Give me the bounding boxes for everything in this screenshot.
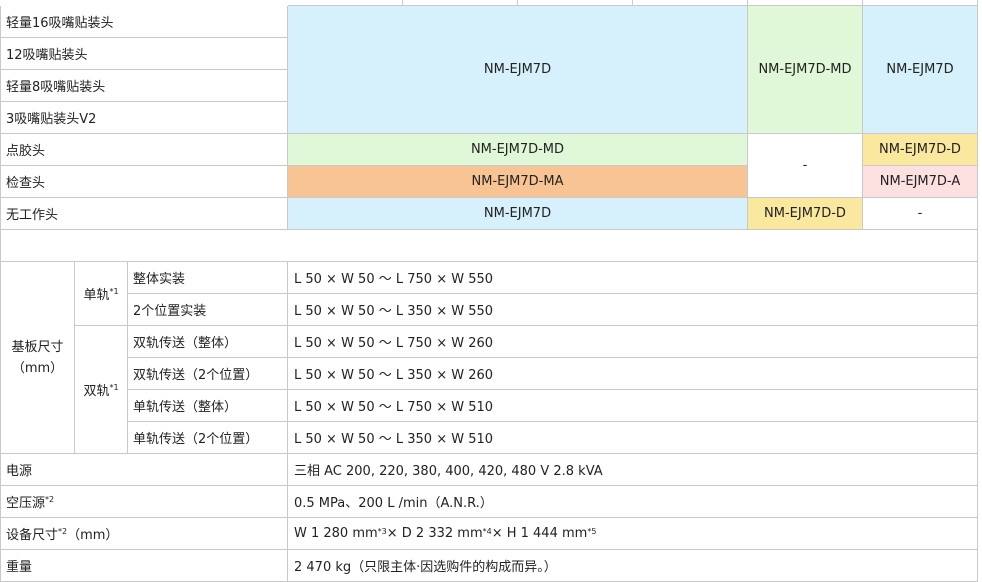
power-value: 三相 AC 200, 220, 380, 400, 420, 480 V 2.8… <box>288 454 978 486</box>
dimensions-label: 设备尺寸 *2 （mm） <box>0 518 288 550</box>
dim-height: × H 1 444 mm <box>491 526 588 541</box>
inspection-head-label: 检查头 <box>0 166 288 198</box>
air-supply-label: 空压源 *2 <box>0 486 288 518</box>
model-cell-main: NM-EJM7D <box>288 6 748 134</box>
dimensions-unit: （mm） <box>67 528 119 543</box>
power-label: 电源 <box>0 454 288 486</box>
board-row-name: 单轨传送（整体） <box>128 390 288 422</box>
board-row-value: L 50 × W 50 ～ L 750 × W 510 <box>288 390 978 422</box>
board-row-name: 2个位置实装 <box>128 294 288 326</box>
air-supply-text: 空压源 <box>6 496 46 511</box>
dual-lane-label: 双轨 *1 <box>75 326 128 454</box>
head-label-12-nozzle: 12吸嘴贴装头 <box>0 38 288 70</box>
dispense-head-label: 点胶头 <box>0 134 288 166</box>
no-head-model-right: - <box>863 198 978 230</box>
board-row-name: 单轨传送（2个位置） <box>128 422 288 454</box>
dim-width-note: *3 <box>377 526 387 536</box>
head-label-8-nozzle: 轻量8吸嘴贴装头 <box>0 70 288 102</box>
dispense-model-right: NM-EJM7D-D <box>863 134 978 166</box>
dim-width: W 1 280 mm <box>294 526 378 541</box>
dim-depth: × D 2 332 mm <box>386 526 483 541</box>
board-row-value: L 50 × W 50 ～ L 750 × W 260 <box>288 326 978 358</box>
no-head-model-main: NM-EJM7D <box>288 198 748 230</box>
dimensions-text: 设备尺寸 <box>6 528 59 543</box>
board-row-name: 整体实装 <box>128 262 288 294</box>
board-row-value: L 50 × W 50 ～ L 750 × W 550 <box>288 262 978 294</box>
board-size-label: 基板尺寸 （mm） <box>0 262 75 454</box>
board-row-value: L 50 × W 50 ～ L 350 × W 510 <box>288 422 978 454</box>
air-supply-value: 0.5 MPa、200 L /min（A.N.R.） <box>288 486 978 518</box>
board-size-unit: （mm） <box>11 360 64 376</box>
inspection-model-main: NM-EJM7D-MA <box>288 166 748 198</box>
dimensions-note: *2 <box>58 526 68 536</box>
dispense-dash: - <box>748 134 863 198</box>
model-cell-md: NM-EJM7D-MD <box>748 6 863 134</box>
model-cell-right: NM-EJM7D <box>863 6 978 134</box>
dual-lane-note: *1 <box>109 382 119 392</box>
board-size-title: 基板尺寸 <box>11 339 64 355</box>
dispense-model-main: NM-EJM7D-MD <box>288 134 748 166</box>
single-lane-note: *1 <box>109 286 119 296</box>
board-row-value: L 50 × W 50 ～ L 350 × W 260 <box>288 358 978 390</box>
dim-height-note: *5 <box>587 526 597 536</box>
dual-lane-text: 双轨 <box>83 384 110 399</box>
board-row-name: 双轨传送（整体） <box>128 326 288 358</box>
head-label-3-nozzle: 3吸嘴贴装头V2 <box>0 102 288 134</box>
single-lane-label: 单轨 *1 <box>75 262 128 326</box>
board-row-value: L 50 × W 50 ～ L 350 × W 550 <box>288 294 978 326</box>
no-head-model-mid: NM-EJM7D-D <box>748 198 863 230</box>
air-supply-note: *2 <box>45 494 55 504</box>
no-head-label: 无工作头 <box>0 198 288 230</box>
dim-depth-note: *4 <box>482 526 492 536</box>
head-label-16-nozzle: 轻量16吸嘴贴装头 <box>0 6 288 38</box>
single-lane-text: 单轨 <box>83 288 110 303</box>
inspection-model-right: NM-EJM7D-A <box>863 166 978 198</box>
dimensions-value: W 1 280 mm *3 × D 2 332 mm *4 × H 1 444 mm… <box>288 518 978 550</box>
weight-value: 2 470 kg（只限主体·因选购件的构成而异。） <box>288 550 978 582</box>
board-row-name: 双轨传送（2个位置） <box>128 358 288 390</box>
spacer-row <box>0 230 978 262</box>
weight-label: 重量 <box>0 550 288 582</box>
